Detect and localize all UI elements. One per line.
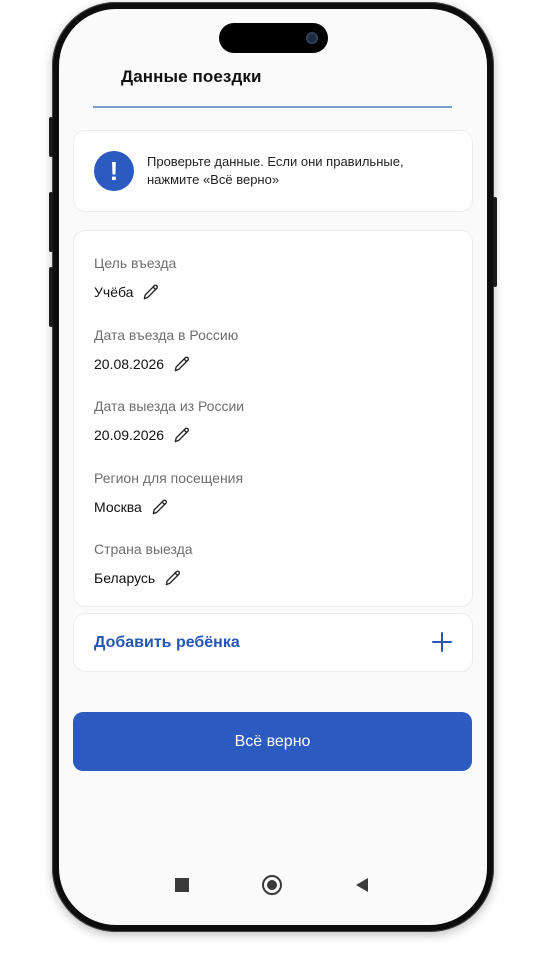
field-value: 20.09.2026: [94, 427, 165, 443]
trip-details-card: Цель въезда Учёба Дата въезда в Россию 2…: [73, 230, 473, 607]
notice-text: Проверьте данные. Если они правильные, н…: [147, 154, 404, 187]
field-label: Дата выезда из России: [94, 398, 245, 414]
screen: Данные поездки ! Проверьте данные. Если …: [59, 9, 487, 925]
pencil-icon[interactable]: [172, 354, 192, 374]
field-label: Регион для посещения: [94, 470, 244, 486]
pencil-icon[interactable]: [141, 282, 161, 302]
recent-apps-icon[interactable]: [175, 878, 189, 892]
plus-icon[interactable]: [430, 630, 454, 654]
add-child-label: Добавить ребёнка: [94, 634, 240, 651]
camera-icon: [306, 32, 318, 44]
pencil-icon[interactable]: [163, 568, 183, 588]
field-purpose: Цель въезда Учёба: [94, 255, 176, 302]
field-label: Страна выезда: [94, 541, 193, 557]
field-exit-date: Дата выезда из России 20.09.2026: [94, 398, 244, 445]
field-value: Беларусь: [94, 570, 156, 586]
page-title: Данные поездки: [121, 67, 262, 86]
field-label: Цель въезда: [94, 255, 177, 271]
field-entry-date: Дата въезда в Россию 20.08.2026: [94, 327, 238, 374]
add-child-button[interactable]: Добавить ребёнка: [73, 613, 473, 672]
field-value: Учёба: [94, 284, 134, 300]
pencil-icon[interactable]: [172, 425, 192, 445]
exclamation-icon: !: [94, 151, 134, 191]
volume-down-button: [49, 267, 53, 327]
confirm-button[interactable]: Всё верно: [73, 712, 472, 771]
field-exit-country: Страна выезда Беларусь: [94, 541, 193, 588]
back-icon[interactable]: [354, 877, 370, 893]
title-divider: [93, 106, 452, 108]
field-value: Москва: [94, 499, 142, 515]
volume-up-button: [49, 192, 53, 252]
home-icon[interactable]: [262, 875, 282, 895]
notice-card: ! Проверьте данные. Если они правильные,…: [73, 130, 473, 212]
phone-frame: Данные поездки ! Проверьте данные. Если …: [49, 2, 497, 932]
side-button: [49, 117, 53, 157]
pencil-icon[interactable]: [150, 497, 170, 517]
system-navigation-bar: [59, 873, 487, 897]
power-button: [493, 197, 497, 287]
field-value: 20.08.2026: [94, 356, 165, 372]
field-label: Дата въезда в Россию: [94, 327, 239, 343]
field-region: Регион для посещения Москва: [94, 470, 243, 517]
dynamic-island: [219, 23, 328, 53]
